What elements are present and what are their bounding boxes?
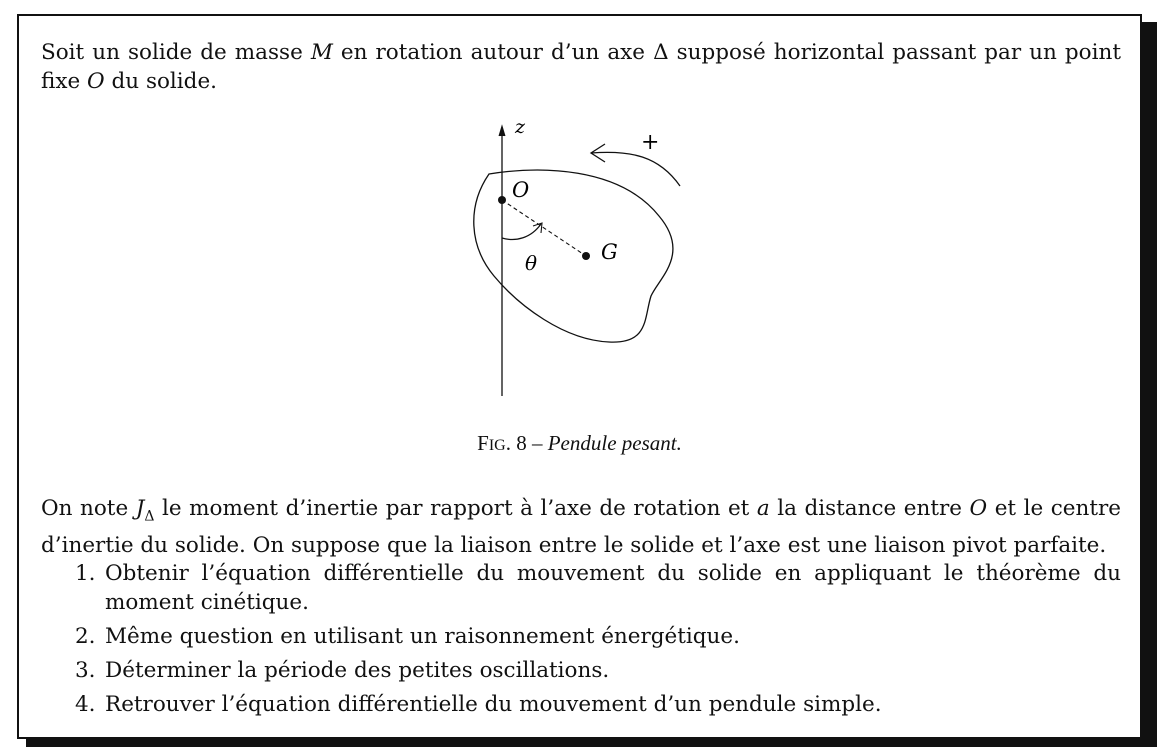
caption-title: Pendule pesant. bbox=[547, 431, 682, 455]
point-g-dot bbox=[582, 252, 590, 260]
figure-caption: Fig. 8 – Pendule pesant. bbox=[19, 431, 1140, 456]
distance-symbol: a bbox=[756, 496, 770, 521]
z-axis-arrowhead bbox=[498, 124, 506, 137]
list-item: 3. Déterminer la période des petites osci… bbox=[41, 656, 1121, 685]
og-dashed-line bbox=[501, 199, 587, 257]
question-text: Déterminer la période des petites oscill… bbox=[105, 658, 610, 683]
question-number: 4. bbox=[75, 692, 96, 717]
theta-label: θ bbox=[525, 251, 537, 275]
body-paragraph: On note JΔ le moment d’inertie par rappo… bbox=[41, 494, 1121, 560]
caption-fig-initial: F bbox=[477, 431, 489, 455]
list-item: 4. Retrouver l’équation différentielle du… bbox=[41, 690, 1121, 719]
question-number: 1. bbox=[75, 561, 96, 586]
question-text: Obtenir l’équation différentielle du mou… bbox=[105, 561, 1121, 615]
caption-fig-rest: ig bbox=[488, 437, 506, 454]
point-o-label: O bbox=[512, 178, 529, 202]
question-number: 3. bbox=[75, 658, 96, 683]
point-g-label: G bbox=[601, 240, 618, 264]
question-number: 2. bbox=[75, 624, 96, 649]
body-point-o-symbol: O bbox=[969, 496, 988, 521]
solid-outline bbox=[473, 169, 674, 343]
exercise-box: Soit un solide de masse M en rotation au… bbox=[17, 14, 1142, 739]
body-text-3: la distance entre bbox=[769, 496, 970, 521]
theta-angle-arc bbox=[501, 223, 542, 241]
body-text-1: On note bbox=[41, 496, 136, 521]
inertia-subscript: Δ bbox=[144, 508, 155, 525]
positive-direction-label: + bbox=[641, 130, 659, 155]
list-item: 2. Même question en utilisant un raisonne… bbox=[41, 622, 1121, 651]
list-item: 1. Obtenir l’équation différentielle du m… bbox=[41, 559, 1121, 617]
question-text: Même question en utilisant un raisonneme… bbox=[105, 624, 740, 649]
rotation-arrow bbox=[590, 151, 681, 187]
caption-number: . 8 – bbox=[505, 431, 548, 455]
question-text: Retrouver l’équation différentielle du m… bbox=[105, 692, 882, 717]
body-text-2: le moment d’inertie par rapport à l’axe … bbox=[154, 496, 757, 521]
z-axis-label: z bbox=[514, 116, 526, 138]
questions-list: 1. Obtenir l’équation différentielle du m… bbox=[41, 559, 1121, 724]
point-o-dot bbox=[498, 196, 506, 204]
